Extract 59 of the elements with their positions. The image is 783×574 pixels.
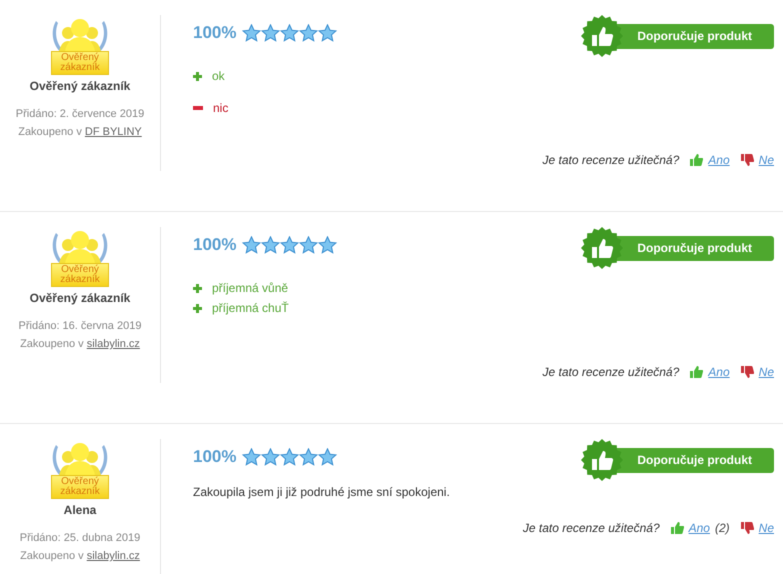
rating-percent: 100% (193, 235, 236, 255)
pro-text: příjemná chuŤ (212, 301, 289, 315)
rating-percent: 100% (193, 447, 236, 467)
star-icon (242, 448, 262, 466)
yes-link[interactable]: Ano (708, 153, 730, 167)
review-text: Zakoupila jsem ji již podruhé jsme sní spokojeni. (193, 485, 451, 499)
helpful-question: Je tato recenze užitečná? (542, 153, 680, 167)
star-icon (318, 236, 338, 254)
minus-icon (193, 106, 203, 110)
thumbs-up-seal-icon (581, 439, 624, 481)
added-date: Přidáno: 25. dubna 2019 (20, 531, 140, 546)
store-link[interactable]: DF BYLINY (84, 126, 142, 138)
con-text: nic (213, 101, 228, 115)
no-link[interactable]: Ne (758, 521, 774, 535)
verified-badge: Ověřený zákazník (51, 475, 109, 499)
author-name: Alena (64, 503, 96, 517)
plus-icon (193, 284, 202, 292)
star-icon (299, 236, 318, 254)
added-date: Přidáno: 2. července 2019 (16, 107, 144, 122)
verified-badge: Ověřený zákazník (51, 263, 109, 287)
store-link[interactable]: silabylin.cz (86, 550, 140, 562)
thumbs-up-icon[interactable] (690, 366, 704, 378)
rating-percent: 100% (193, 23, 236, 43)
yes-link[interactable]: Ano (688, 521, 710, 535)
star-icon (299, 24, 318, 42)
thumbs-down-icon[interactable] (740, 366, 754, 378)
plus-icon (193, 72, 202, 80)
purchased-label: Zakoupeno v (20, 338, 84, 350)
no-link[interactable]: Ne (758, 153, 774, 167)
star-icon (261, 236, 280, 254)
verified-badge: Ověřený zákazník (51, 51, 109, 75)
author-name: Ověřený zákazník (30, 291, 130, 305)
star-icon (261, 24, 280, 42)
added-date: Přidáno: 16. června 2019 (18, 319, 142, 334)
pro-text: ok (212, 69, 225, 83)
plus-icon (193, 304, 202, 312)
purchased-label: Zakoupeno v (20, 550, 84, 562)
author-name: Ověřený zákazník (30, 79, 130, 93)
thumbs-up-seal-icon (581, 227, 624, 269)
thumbs-down-icon[interactable] (740, 154, 754, 166)
star-icon (280, 236, 300, 254)
helpful-question: Je tato recenze užitečná? (542, 365, 680, 379)
star-icon (261, 448, 280, 466)
pro-text: příjemná vůně (212, 281, 288, 295)
star-icon (242, 236, 262, 254)
star-icon (280, 24, 300, 42)
yes-link[interactable]: Ano (708, 365, 730, 379)
star-icon (280, 448, 300, 466)
star-icon (242, 24, 262, 42)
yes-count: (2) (714, 521, 730, 535)
thumbs-up-seal-icon (581, 15, 624, 57)
no-link[interactable]: Ne (758, 365, 774, 379)
helpful-question: Je tato recenze užitečná? (522, 521, 660, 535)
star-icon (318, 448, 338, 466)
purchased-label: Zakoupeno v (18, 126, 82, 138)
thumbs-up-icon[interactable] (690, 154, 704, 166)
star-icon (318, 24, 338, 42)
store-link[interactable]: silabylin.cz (86, 338, 140, 350)
star-icon (299, 448, 318, 466)
